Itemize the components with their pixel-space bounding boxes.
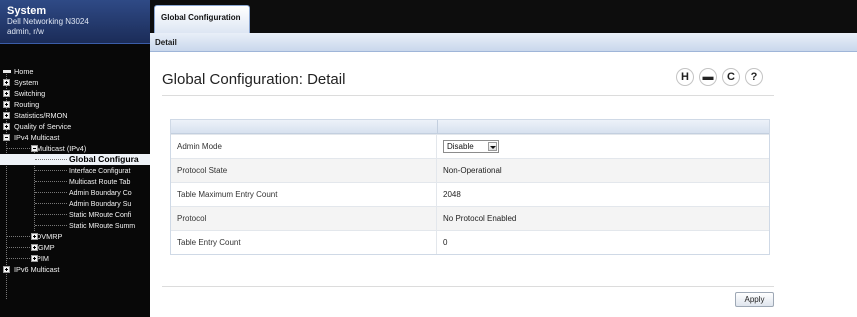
tree-connector xyxy=(7,258,30,259)
home-icon xyxy=(3,70,11,73)
expand-plus-icon[interactable] xyxy=(3,79,10,86)
tree-connector xyxy=(35,170,67,171)
table-entry-value: 0 xyxy=(443,238,448,247)
tree-item-switching[interactable]: Switching xyxy=(0,88,150,99)
tree-item-ipv6-multicast[interactable]: IPv6 Multicast xyxy=(0,264,150,275)
tree-label: DVMRP xyxy=(36,232,63,241)
table-row-protocol-state: Protocol State Non-Operational xyxy=(171,158,769,182)
tree-label: Static MRoute Confi xyxy=(69,212,132,219)
expand-plus-icon[interactable] xyxy=(3,90,10,97)
tree-label: Admin Boundary Co xyxy=(69,190,132,197)
tree-label: IGMP xyxy=(36,243,55,252)
collapse-minus-icon[interactable] xyxy=(3,134,10,141)
help-icon[interactable]: H xyxy=(676,68,694,86)
tree-item-home[interactable]: Home xyxy=(0,66,150,77)
tree-label: Admin Boundary Su xyxy=(69,201,132,208)
tree-item-routing[interactable]: Routing xyxy=(0,99,150,110)
table-row-protocol: Protocol No Protocol Enabled xyxy=(171,206,769,230)
tree-connector xyxy=(35,203,67,204)
tree-label: Switching xyxy=(14,89,46,98)
tree-label: Global Configura xyxy=(69,154,139,164)
tree-connector xyxy=(35,159,67,160)
tree-connector xyxy=(35,181,67,182)
tree-label: IPv4 Multicast xyxy=(14,133,60,142)
tree-item-multicast-route-table[interactable]: Multicast Route Tab xyxy=(0,176,150,187)
admin-mode-cell: Disable xyxy=(437,135,769,158)
admin-mode-select[interactable]: Disable xyxy=(443,140,499,153)
refresh-icon[interactable]: C xyxy=(722,68,740,86)
tab-global-configuration[interactable]: Global Configuration xyxy=(154,5,250,33)
admin-mode-label: Admin Mode xyxy=(171,135,437,158)
tree-item-ipv4-multicast[interactable]: IPv4 Multicast xyxy=(0,132,150,143)
tree-connector xyxy=(7,236,30,237)
tree-label: Multicast Route Tab xyxy=(69,179,131,186)
expand-plus-icon[interactable] xyxy=(31,255,38,262)
tree-label: Statistics/RMON xyxy=(14,111,68,120)
collapse-minus-icon[interactable] xyxy=(31,145,38,152)
tree-connector xyxy=(35,225,67,226)
tree-label: Quality of Service xyxy=(14,122,72,131)
tree-label: Home xyxy=(14,67,34,76)
device-header: System Dell Networking N3024 admin, r/w xyxy=(0,0,150,44)
admin-mode-value: Disable xyxy=(447,142,474,151)
tree-connector xyxy=(35,214,67,215)
navigation-sidebar: System Dell Networking N3024 admin, r/w … xyxy=(0,0,150,317)
tree-item-dvmrp[interactable]: DVMRP xyxy=(0,231,150,242)
tree-connector xyxy=(7,148,30,149)
tree-item-static-mroute-config[interactable]: Static MRoute Confi xyxy=(0,209,150,220)
device-model: Dell Networking N3024 xyxy=(7,17,89,26)
navigation-tree: Home System Switching Routing Statistics… xyxy=(0,66,150,299)
table-row-admin-mode: Admin Mode Disable xyxy=(171,134,769,158)
protocol-value: No Protocol Enabled xyxy=(443,214,517,223)
expand-plus-icon[interactable] xyxy=(3,101,10,108)
expand-plus-icon[interactable] xyxy=(3,112,10,119)
tree-item-igmp[interactable]: IGMP xyxy=(0,242,150,253)
table-row-table-max: Table Maximum Entry Count 2048 xyxy=(171,182,769,206)
table-row-table-entry: Table Entry Count 0 xyxy=(171,230,769,254)
table-max-label: Table Maximum Entry Count xyxy=(171,183,437,206)
tab-bar: Global Configuration xyxy=(150,0,857,33)
tree-connector xyxy=(7,247,30,248)
system-title[interactable]: System xyxy=(7,5,144,17)
tree-item-admin-boundary-summary[interactable]: Admin Boundary Su xyxy=(0,198,150,209)
page-title: Global Configuration: Detail xyxy=(162,71,346,88)
tree-label: Static MRoute Summ xyxy=(69,223,136,230)
subtab-detail[interactable]: Detail xyxy=(155,38,177,47)
expand-plus-icon[interactable] xyxy=(3,266,10,273)
tree-item-qos[interactable]: Quality of Service xyxy=(0,121,150,132)
table-max-value: 2048 xyxy=(443,190,461,199)
tree-label: Multicast (IPv4) xyxy=(36,144,87,153)
question-icon[interactable]: ? xyxy=(745,68,763,86)
protocol-state-value: Non-Operational xyxy=(443,166,502,175)
main-content: Global Configuration: Detail H ▬ C ? Adm… xyxy=(150,52,857,317)
tree-item-static-mroute-summary[interactable]: Static MRoute Summ xyxy=(0,220,150,231)
print-icon[interactable]: ▬ xyxy=(699,68,717,86)
tree-item-system[interactable]: System xyxy=(0,77,150,88)
tree-label: Interface Configurat xyxy=(69,168,131,175)
tree-connector xyxy=(35,192,67,193)
protocol-label: Protocol xyxy=(171,207,437,230)
divider xyxy=(162,286,774,287)
tree-label: IPv6 Multicast xyxy=(14,265,60,274)
tree-item-interface-configuration[interactable]: Interface Configurat xyxy=(0,165,150,176)
table-header xyxy=(171,120,769,134)
tree-item-admin-boundary-config[interactable]: Admin Boundary Co xyxy=(0,187,150,198)
expand-plus-icon[interactable] xyxy=(31,244,38,251)
tree-label: Routing xyxy=(14,100,40,109)
tree-item-statistics[interactable]: Statistics/RMON xyxy=(0,110,150,121)
user-info: admin, r/w xyxy=(7,27,44,36)
chevron-down-icon[interactable] xyxy=(488,142,497,151)
protocol-state-label: Protocol State xyxy=(171,159,437,182)
expand-plus-icon[interactable] xyxy=(3,123,10,130)
subtab-bar: Detail xyxy=(150,33,857,52)
divider xyxy=(162,95,774,96)
expand-plus-icon[interactable] xyxy=(31,233,38,240)
tree-item-multicast-ipv4[interactable]: Multicast (IPv4) xyxy=(0,143,150,154)
tree-item-global-configuration[interactable]: Global Configura xyxy=(0,154,150,165)
table-entry-label: Table Entry Count xyxy=(171,231,437,254)
config-table: Admin Mode Disable Protocol State Non-Op… xyxy=(170,119,770,255)
tree-item-pim[interactable]: PIM xyxy=(0,253,150,264)
apply-button[interactable]: Apply xyxy=(735,292,774,307)
tree-label: System xyxy=(14,78,39,87)
